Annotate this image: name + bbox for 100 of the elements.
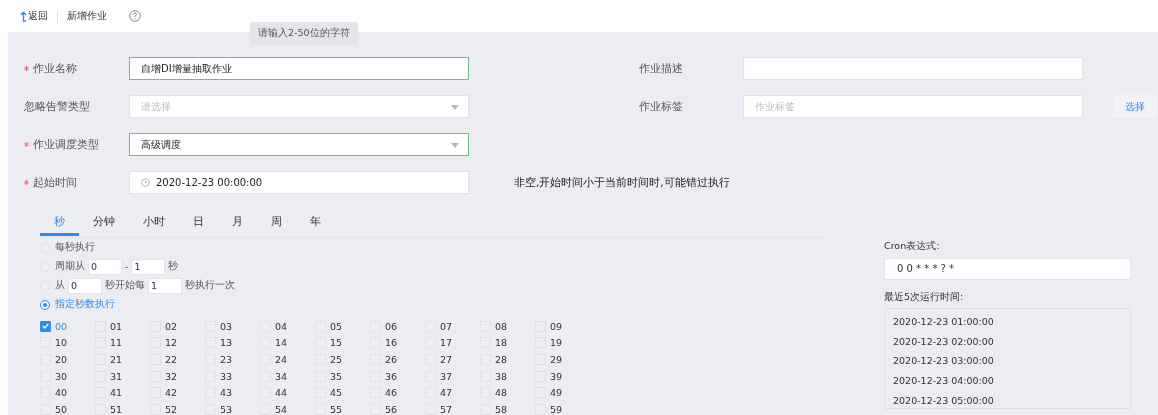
second-label: 18 (495, 337, 508, 349)
option-label: 指定秒数执行 (55, 298, 115, 311)
field-label: 作业调度类型 (33, 137, 99, 152)
second-label: 05 (330, 320, 343, 332)
field-label: 忽略告警类型 (24, 99, 90, 114)
second-label: 27 (440, 354, 453, 365)
option-label: - (125, 261, 129, 272)
cron-field[interactable]: 0 0 * * * ? * (884, 258, 1131, 280)
dropdown-caret-icon (451, 105, 459, 110)
second-label: 34 (275, 370, 288, 382)
second-label: 43 (220, 387, 233, 399)
second-label: 44 (275, 387, 288, 399)
input-field[interactable] (743, 57, 1083, 80)
checkbox[interactable] (40, 320, 51, 332)
second-label: 46 (385, 387, 398, 399)
recent-runs-label: 最近5次运行时间: (884, 291, 965, 304)
option-label: 秒执行一次 (185, 279, 235, 292)
second-label: 12 (165, 337, 178, 349)
second-label: 48 (495, 387, 508, 399)
run-time: 2020-12-23 01:00:00 (893, 315, 995, 329)
second-label: 53 (220, 403, 233, 415)
select-field[interactable]: 高级调度 (129, 133, 469, 156)
second-label: 11 (110, 337, 123, 349)
second-label: 42 (165, 387, 178, 399)
second-label: 21 (110, 354, 123, 365)
field-label: 作业标签 (639, 99, 683, 114)
second-label: 02 (165, 320, 178, 332)
cron-label: Cron表达式: (884, 240, 941, 253)
second-label: 01 (110, 320, 123, 332)
second-label: 31 (110, 370, 123, 382)
option-label: 周期从 (55, 260, 85, 273)
second-label: 14 (275, 337, 288, 349)
help-icon[interactable] (129, 10, 141, 22)
second-label: 59 (550, 403, 563, 415)
second-label: 03 (220, 320, 233, 332)
number-input[interactable]: 1 (148, 277, 182, 294)
second-label: 08 (495, 320, 508, 332)
second-label: 39 (550, 370, 563, 382)
second-label: 15 (330, 337, 343, 349)
second-label: 00 (55, 320, 68, 332)
field-label: 作业名称 (33, 61, 77, 76)
date-field[interactable]: 2020-12-23 00:00:00 (129, 171, 469, 194)
second-label: 37 (440, 370, 453, 382)
option-label: 从 (55, 279, 65, 292)
number-input[interactable]: 0 (68, 277, 102, 294)
second-label: 40 (55, 387, 68, 399)
run-time: 2020-12-23 04:00:00 (893, 374, 995, 389)
run-time: 2020-12-23 02:00:00 (893, 334, 995, 349)
second-label: 56 (385, 403, 398, 415)
schedule-tab[interactable]: 年 (296, 211, 335, 236)
second-label: 17 (440, 337, 453, 349)
radio-button[interactable] (40, 299, 50, 310)
page-title: 新增作业 (67, 9, 107, 23)
second-label: 35 (330, 370, 343, 382)
schedule-tab[interactable]: 月 (218, 211, 257, 236)
second-label: 29 (550, 354, 563, 365)
field-label: 起始时间 (33, 175, 77, 190)
number-input[interactable]: 1 (131, 258, 166, 275)
second-label: 52 (165, 403, 178, 415)
field-label: 作业描述 (639, 61, 683, 76)
schedule-tab[interactable]: 小时 (129, 211, 179, 236)
second-label: 51 (110, 403, 123, 415)
second-label: 54 (275, 403, 288, 415)
second-label: 04 (275, 320, 288, 332)
number-input[interactable]: 0 (88, 258, 122, 275)
option-label: 秒开始每 (105, 279, 145, 292)
second-label: 20 (55, 354, 68, 365)
hint-text: 非空,开始时间小于当前时间时,可能错过执行 (514, 175, 730, 190)
second-label: 49 (550, 387, 563, 399)
second-label: 30 (55, 370, 68, 382)
second-label: 33 (220, 370, 233, 382)
second-label: 22 (165, 354, 178, 365)
back-link[interactable]: 返回 (28, 9, 48, 23)
schedule-tab[interactable]: 周 (257, 211, 296, 236)
second-label: 47 (440, 387, 453, 399)
second-label: 32 (165, 370, 178, 382)
second-label: 23 (220, 354, 233, 365)
second-label: 28 (495, 354, 508, 365)
second-label: 09 (550, 320, 563, 332)
second-label: 41 (110, 387, 123, 399)
schedule-tab[interactable]: 日 (179, 211, 218, 236)
second-label: 26 (385, 354, 398, 365)
run-time: 2020-12-23 05:00:00 (893, 393, 995, 408)
clock-icon (141, 178, 150, 187)
second-label: 13 (220, 337, 233, 349)
second-label: 25 (330, 354, 343, 365)
option-label: 秒 (168, 260, 179, 273)
second-label: 58 (495, 403, 508, 415)
second-label: 36 (385, 370, 398, 382)
schedule-tab[interactable]: 分钟 (79, 211, 129, 236)
second-label: 50 (55, 403, 68, 415)
second-label: 55 (330, 403, 343, 415)
input-field[interactable]: 自增DI增量抽取作业 (129, 57, 469, 80)
second-label: 06 (385, 320, 398, 332)
second-label: 19 (550, 337, 563, 349)
second-label: 10 (55, 337, 68, 349)
second-label: 45 (330, 387, 343, 399)
tooltip: 请输入2-50位的字符 (250, 22, 358, 45)
second-label: 16 (385, 337, 398, 349)
back-arrow-icon[interactable] (20, 10, 27, 22)
